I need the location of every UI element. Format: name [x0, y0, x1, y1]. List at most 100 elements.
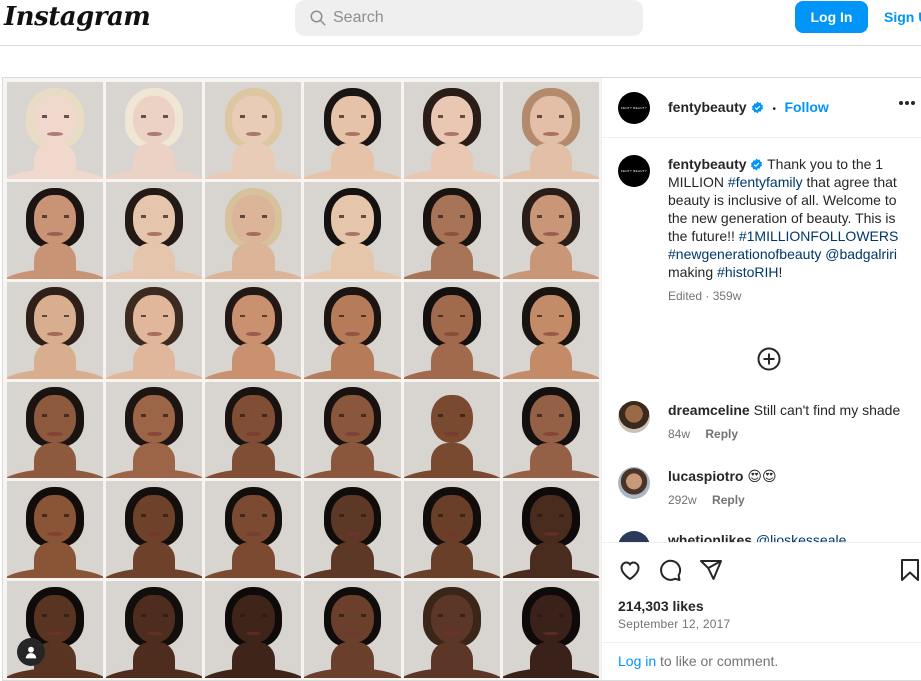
reply-button[interactable]: Reply — [705, 427, 738, 441]
portrait-tile — [502, 581, 599, 678]
comment-meta: 84w Reply — [668, 427, 738, 441]
caption-avatar-wordmark: FENTY BEAUTY — [620, 169, 648, 173]
portrait-tile — [403, 481, 500, 579]
commenter-username[interactable]: lucaspiotro — [668, 468, 743, 484]
portrait-tile — [205, 181, 302, 279]
post-sidebar: FENTY BEAUTY fentybeauty • Follow FENTY … — [601, 78, 921, 680]
portrait-tile — [502, 181, 599, 279]
commenter-username[interactable]: whetionlikes — [668, 532, 752, 542]
portrait-tile — [502, 481, 599, 579]
caption-text: making — [668, 264, 718, 280]
portrait-tile — [403, 281, 500, 379]
tagged-users-button[interactable] — [17, 638, 45, 666]
portrait-tile — [7, 481, 104, 579]
portrait-tile — [7, 82, 104, 179]
portrait-tile — [106, 181, 203, 279]
post-caption: fentybeauty Thank you to the 1 MILLION #… — [668, 155, 908, 305]
commenter-avatar[interactable] — [618, 467, 650, 499]
signup-link[interactable]: Sign Up — [884, 9, 921, 25]
portrait-tile — [205, 281, 302, 379]
portrait-tile — [7, 181, 104, 279]
comment-icon[interactable] — [658, 558, 682, 582]
commenter-username[interactable]: dreamceline — [668, 402, 750, 418]
verified-badge-icon — [751, 158, 763, 171]
add-comment-icon[interactable] — [757, 347, 781, 371]
post-date: September 12, 2017 — [618, 617, 731, 631]
mention-link[interactable]: @lioskesseale — [756, 532, 846, 542]
avatar-wordmark: FENTY BEAUTY — [620, 106, 648, 110]
reply-button[interactable]: Reply — [712, 493, 745, 507]
portrait-tile — [106, 581, 203, 678]
portrait-tile — [403, 82, 500, 179]
more-options-icon[interactable] — [898, 100, 916, 106]
hashtag-link[interactable]: #fentyfamily — [728, 174, 803, 190]
caption-meta: Edited · 359w — [668, 289, 742, 303]
search-icon — [310, 10, 326, 26]
login-link[interactable]: Log in — [618, 653, 656, 669]
comment-body: whetionlikes @lioskesseale — [668, 531, 918, 542]
hashtag-link[interactable]: #histoRIH — [717, 264, 778, 280]
commenter-avatar[interactable] — [618, 531, 650, 542]
heart-icon[interactable] — [618, 558, 642, 582]
portrait-tile — [403, 581, 500, 678]
portrait-tile — [502, 381, 599, 479]
share-icon[interactable] — [699, 558, 723, 582]
portrait-tile — [106, 481, 203, 579]
caption-author-avatar[interactable]: FENTY BEAUTY — [618, 155, 650, 187]
top-navigation-bar: Instagram Search Log In Sign Up — [0, 0, 921, 46]
portrait-tile — [205, 481, 302, 579]
portrait-tile — [106, 281, 203, 379]
portrait-tile — [304, 181, 401, 279]
hashtag-link[interactable]: #newgenerationofbeauty — [668, 246, 821, 262]
bookmark-icon[interactable] — [899, 558, 921, 582]
login-prompt-text: to like or comment. — [656, 653, 779, 669]
portrait-tile — [7, 381, 104, 479]
post-image[interactable] — [3, 78, 601, 680]
author-avatar[interactable]: FENTY BEAUTY — [618, 92, 650, 124]
portrait-tile — [304, 82, 401, 179]
portrait-tile — [403, 381, 500, 479]
comment-text: 😍😍 — [747, 468, 777, 484]
portrait-tile — [502, 281, 599, 379]
portrait-tile — [304, 481, 401, 579]
portrait-tile — [205, 381, 302, 479]
commenter-avatar[interactable] — [618, 401, 650, 433]
instagram-logo[interactable]: Instagram — [4, 2, 151, 32]
portrait-tile — [7, 581, 104, 678]
portrait-tile — [205, 581, 302, 678]
search-placeholder: Search — [333, 9, 384, 26]
portrait-tile — [106, 82, 203, 179]
hashtag-link[interactable]: #1MILLIONFOLLOWERS — [739, 228, 899, 244]
login-prompt: Log in to like or comment. — [602, 642, 921, 680]
header-separator: • — [772, 104, 776, 115]
post-header: FENTY BEAUTY fentybeauty • Follow — [602, 78, 921, 138]
like-count[interactable]: 214,303 likes — [618, 598, 704, 614]
portrait-tile — [7, 281, 104, 379]
caption-username[interactable]: fentybeauty — [668, 156, 747, 172]
portrait-tile — [106, 381, 203, 479]
mention-link[interactable]: @badgalriri — [825, 246, 897, 262]
portrait-tile — [304, 581, 401, 678]
comment-age: 292w — [668, 493, 697, 507]
search-box[interactable]: Search — [295, 0, 643, 36]
post-container: FENTY BEAUTY fentybeauty • Follow FENTY … — [2, 77, 921, 681]
post-actions-bar — [602, 542, 921, 596]
portrait-tile — [304, 381, 401, 479]
portrait-collage — [7, 82, 599, 678]
comment-age: 84w — [668, 427, 691, 441]
login-button[interactable]: Log In — [795, 1, 868, 33]
portrait-tile — [205, 82, 302, 179]
portrait-tile — [304, 281, 401, 379]
caption-text: ! — [778, 264, 783, 280]
verified-badge-icon — [752, 101, 764, 114]
user-tag-icon — [25, 646, 37, 659]
portrait-tile — [403, 181, 500, 279]
comments-section[interactable]: FENTY BEAUTY fentybeauty Thank you to th… — [602, 138, 921, 542]
author-username[interactable]: fentybeauty — [668, 99, 747, 115]
comment-text: Still can't find my shade — [753, 402, 901, 418]
portrait-tile — [502, 82, 599, 179]
follow-button[interactable]: Follow — [784, 99, 828, 115]
comment-meta: 292w Reply — [668, 493, 745, 507]
comment-body: lucaspiotro 😍😍 — [668, 467, 918, 485]
comment-body: dreamceline Still can't find my shade — [668, 401, 918, 419]
